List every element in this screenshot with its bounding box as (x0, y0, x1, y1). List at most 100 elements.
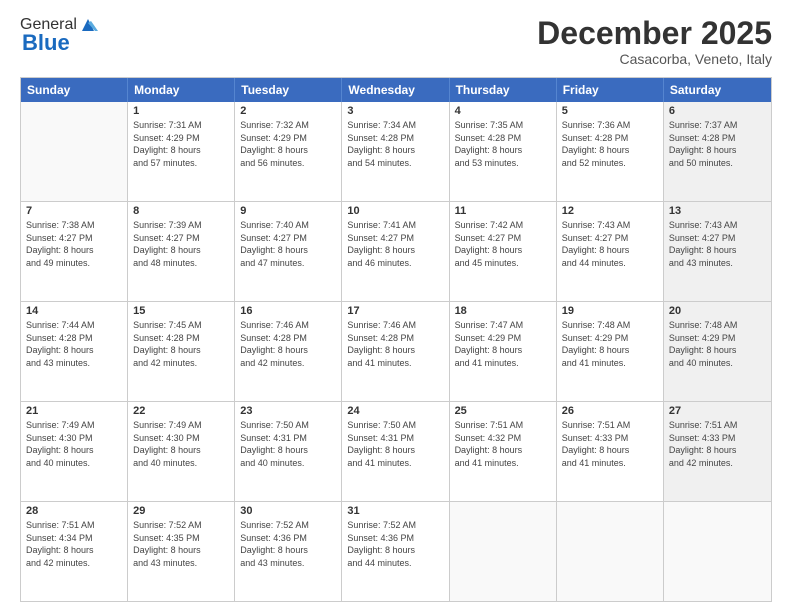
calendar-cell-28: 28 Sunrise: 7:51 AMSunset: 4:34 PMDayligh… (21, 502, 128, 601)
header: General Blue December 2025 Casacorba, Ve… (20, 16, 772, 67)
calendar-cell-2: 2 Sunrise: 7:32 AMSunset: 4:29 PMDaylight… (235, 102, 342, 201)
logo-icon (78, 17, 98, 33)
calendar-header: SundayMondayTuesdayWednesdayThursdayFrid… (21, 78, 771, 102)
calendar-cell-11: 11 Sunrise: 7:42 AMSunset: 4:27 PMDayligh… (450, 202, 557, 301)
calendar-cell-5: 5Sunrise: 7:36 AMSunset: 4:28 PMDaylight… (557, 102, 664, 201)
calendar-cell-empty-0-0 (21, 102, 128, 201)
day-info: Sunrise: 7:41 AMSunset: 4:27 PMDaylight:… (347, 219, 443, 269)
calendar-page: General Blue December 2025 Casacorba, Ve… (0, 0, 792, 612)
day-number: 31 (347, 505, 443, 517)
day-info: Sunrise: 7:48 AMSunset: 4:29 PMDaylight:… (562, 319, 658, 369)
weekday-header-monday: Monday (128, 78, 235, 102)
day-number: 14 (26, 305, 122, 317)
day-info: Sunrise: 7:46 AMSunset: 4:28 PMDaylight:… (347, 319, 443, 369)
calendar-cell-3: 3Sunrise: 7:34 AMSunset: 4:28 PMDaylight… (342, 102, 449, 201)
day-info: Sunrise: 7:32 AMSunset: 4:29 PMDaylight:… (240, 119, 336, 169)
day-info: Sunrise: 7:39 AMSunset: 4:27 PMDaylight:… (133, 219, 229, 269)
calendar-cell-23: 23 Sunrise: 7:50 AMSunset: 4:31 PMDayligh… (235, 402, 342, 501)
day-number: 23 (240, 405, 336, 417)
calendar-cell-29: 29Sunrise: 7:52 AMSunset: 4:35 PMDayligh… (128, 502, 235, 601)
day-number: 17 (347, 305, 443, 317)
day-info: Sunrise: 7:36 AMSunset: 4:28 PMDaylight:… (562, 119, 658, 169)
day-info: Sunrise: 7:52 AMSunset: 4:36 PMDaylight:… (240, 519, 336, 569)
day-number: 21 (26, 405, 122, 417)
calendar-cell-27: 27 Sunrise: 7:51 AMSunset: 4:33 PMDayligh… (664, 402, 771, 501)
calendar-cell-26: 26Sunrise: 7:51 AMSunset: 4:33 PMDayligh… (557, 402, 664, 501)
day-info: Sunrise: 7:52 AMSunset: 4:36 PMDaylight:… (347, 519, 443, 569)
day-info: Sunrise: 7:46 AMSunset: 4:28 PMDaylight:… (240, 319, 336, 369)
calendar: SundayMondayTuesdayWednesdayThursdayFrid… (20, 77, 772, 602)
weekday-header-wednesday: Wednesday (342, 78, 449, 102)
logo-blue-text: Blue (22, 30, 70, 56)
day-number: 8 (133, 205, 229, 217)
day-number: 7 (26, 205, 122, 217)
day-info: Sunrise: 7:43 AMSunset: 4:27 PMDaylight:… (562, 219, 658, 269)
day-number: 16 (240, 305, 336, 317)
calendar-cell-empty-4-5 (557, 502, 664, 601)
calendar-row-1: 7 Sunrise: 7:38 AMSunset: 4:27 PMDaylight… (21, 201, 771, 301)
calendar-cell-16: 16 Sunrise: 7:46 AMSunset: 4:28 PMDayligh… (235, 302, 342, 401)
day-number: 3 (347, 105, 443, 117)
day-info: Sunrise: 7:43 AMSunset: 4:27 PMDaylight:… (669, 219, 766, 269)
weekday-header-thursday: Thursday (450, 78, 557, 102)
day-number: 13 (669, 205, 766, 217)
calendar-cell-4: 4Sunrise: 7:35 AMSunset: 4:28 PMDaylight… (450, 102, 557, 201)
day-number: 6 (669, 105, 766, 117)
calendar-cell-30: 30 Sunrise: 7:52 AMSunset: 4:36 PMDayligh… (235, 502, 342, 601)
day-number: 10 (347, 205, 443, 217)
weekday-header-tuesday: Tuesday (235, 78, 342, 102)
logo: General Blue (20, 16, 99, 56)
day-number: 24 (347, 405, 443, 417)
day-info: Sunrise: 7:50 AMSunset: 4:31 PMDaylight:… (240, 419, 336, 469)
day-number: 11 (455, 205, 551, 217)
calendar-cell-25: 25Sunrise: 7:51 AMSunset: 4:32 PMDayligh… (450, 402, 557, 501)
day-info: Sunrise: 7:40 AMSunset: 4:27 PMDaylight:… (240, 219, 336, 269)
calendar-cell-18: 18Sunrise: 7:47 AMSunset: 4:29 PMDayligh… (450, 302, 557, 401)
weekday-header-friday: Friday (557, 78, 664, 102)
calendar-cell-6: 6 Sunrise: 7:37 AMSunset: 4:28 PMDaylight… (664, 102, 771, 201)
day-number: 20 (669, 305, 766, 317)
calendar-row-2: 14 Sunrise: 7:44 AMSunset: 4:28 PMDayligh… (21, 301, 771, 401)
day-info: Sunrise: 7:49 AMSunset: 4:30 PMDaylight:… (133, 419, 229, 469)
day-info: Sunrise: 7:31 AMSunset: 4:29 PMDaylight:… (133, 119, 229, 169)
day-number: 27 (669, 405, 766, 417)
calendar-cell-10: 10 Sunrise: 7:41 AMSunset: 4:27 PMDayligh… (342, 202, 449, 301)
day-info: Sunrise: 7:51 AMSunset: 4:34 PMDaylight:… (26, 519, 122, 569)
calendar-cell-empty-4-4 (450, 502, 557, 601)
calendar-cell-31: 31 Sunrise: 7:52 AMSunset: 4:36 PMDayligh… (342, 502, 449, 601)
calendar-cell-7: 7 Sunrise: 7:38 AMSunset: 4:27 PMDaylight… (21, 202, 128, 301)
calendar-cell-20: 20 Sunrise: 7:48 AMSunset: 4:29 PMDayligh… (664, 302, 771, 401)
day-info: Sunrise: 7:51 AMSunset: 4:33 PMDaylight:… (669, 419, 766, 469)
day-number: 12 (562, 205, 658, 217)
calendar-cell-22: 22 Sunrise: 7:49 AMSunset: 4:30 PMDayligh… (128, 402, 235, 501)
day-info: Sunrise: 7:52 AMSunset: 4:35 PMDaylight:… (133, 519, 229, 569)
day-number: 18 (455, 305, 551, 317)
calendar-cell-1: 1Sunrise: 7:31 AMSunset: 4:29 PMDaylight… (128, 102, 235, 201)
day-number: 19 (562, 305, 658, 317)
day-info: Sunrise: 7:49 AMSunset: 4:30 PMDaylight:… (26, 419, 122, 469)
calendar-cell-empty-4-6 (664, 502, 771, 601)
calendar-row-0: 1Sunrise: 7:31 AMSunset: 4:29 PMDaylight… (21, 102, 771, 201)
day-number: 30 (240, 505, 336, 517)
day-number: 4 (455, 105, 551, 117)
day-number: 28 (26, 505, 122, 517)
day-number: 25 (455, 405, 551, 417)
day-info: Sunrise: 7:38 AMSunset: 4:27 PMDaylight:… (26, 219, 122, 269)
calendar-cell-17: 17 Sunrise: 7:46 AMSunset: 4:28 PMDayligh… (342, 302, 449, 401)
calendar-row-4: 28 Sunrise: 7:51 AMSunset: 4:34 PMDayligh… (21, 501, 771, 601)
day-number: 15 (133, 305, 229, 317)
calendar-cell-13: 13 Sunrise: 7:43 AMSunset: 4:27 PMDayligh… (664, 202, 771, 301)
day-info: Sunrise: 7:44 AMSunset: 4:28 PMDaylight:… (26, 319, 122, 369)
day-info: Sunrise: 7:51 AMSunset: 4:33 PMDaylight:… (562, 419, 658, 469)
calendar-cell-14: 14 Sunrise: 7:44 AMSunset: 4:28 PMDayligh… (21, 302, 128, 401)
calendar-row-3: 21 Sunrise: 7:49 AMSunset: 4:30 PMDayligh… (21, 401, 771, 501)
day-info: Sunrise: 7:45 AMSunset: 4:28 PMDaylight:… (133, 319, 229, 369)
weekday-header-sunday: Sunday (21, 78, 128, 102)
day-number: 22 (133, 405, 229, 417)
day-info: Sunrise: 7:42 AMSunset: 4:27 PMDaylight:… (455, 219, 551, 269)
day-info: Sunrise: 7:37 AMSunset: 4:28 PMDaylight:… (669, 119, 766, 169)
day-info: Sunrise: 7:48 AMSunset: 4:29 PMDaylight:… (669, 319, 766, 369)
day-number: 2 (240, 105, 336, 117)
calendar-cell-15: 15 Sunrise: 7:45 AMSunset: 4:28 PMDayligh… (128, 302, 235, 401)
calendar-cell-19: 19 Sunrise: 7:48 AMSunset: 4:29 PMDayligh… (557, 302, 664, 401)
